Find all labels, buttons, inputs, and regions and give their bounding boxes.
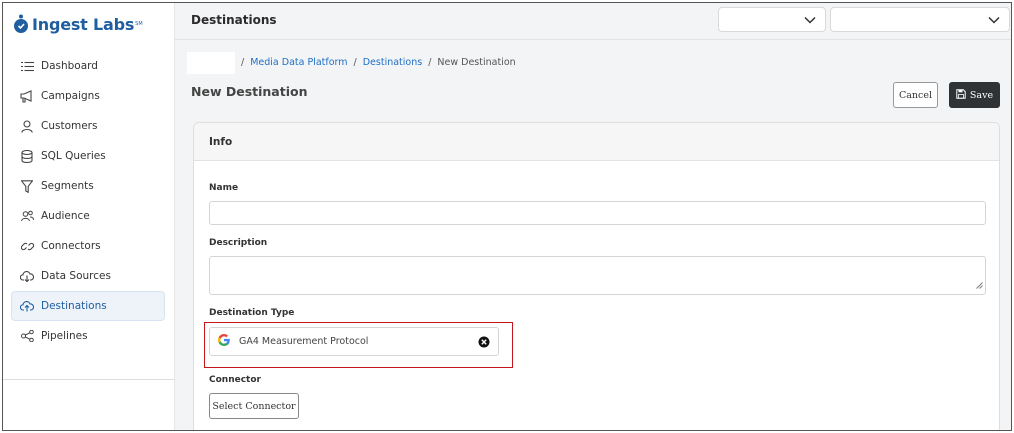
resize-handle-icon[interactable] (976, 279, 983, 292)
cloud-upload-icon (19, 298, 35, 314)
sidebar-item-campaigns[interactable]: Campaigns (3, 81, 175, 111)
app-window: Ingest Labs SM Dashboard Campaigns Custom… (2, 2, 1012, 431)
google-icon (217, 333, 231, 350)
info-card: Info Name Description Destination Type G… (193, 122, 1000, 430)
header-select-2[interactable] (830, 7, 1010, 32)
megaphone-icon (19, 88, 35, 104)
brand-trademark: SM (135, 21, 143, 27)
select-connector-button[interactable]: Select Connector (209, 393, 299, 419)
list-icon (19, 58, 35, 74)
sidebar-item-label: Connectors (41, 240, 101, 252)
info-card-header: Info (194, 123, 999, 161)
filter-icon (19, 178, 35, 194)
breadcrumb-media-data-platform[interactable]: Media Data Platform (250, 57, 347, 68)
name-label: Name (209, 183, 239, 193)
sidebar-nav: Dashboard Campaigns Customers SQL Querie… (3, 51, 175, 351)
breadcrumb: / Media Data Platform / Destinations / N… (241, 57, 516, 68)
save-button-label: Save (969, 89, 994, 101)
brand-mark-icon (13, 14, 29, 34)
breadcrumb-root-placeholder (187, 52, 235, 74)
sidebar-item-connectors[interactable]: Connectors (3, 231, 175, 261)
floppy-disk-icon (956, 88, 966, 102)
chevron-down-icon (804, 14, 816, 27)
destination-type-label: Destination Type (209, 308, 295, 318)
database-icon (19, 148, 35, 164)
sidebar-item-label: Data Sources (41, 270, 111, 282)
cancel-button[interactable]: Cancel (893, 82, 938, 108)
cloud-download-icon (19, 268, 35, 284)
info-section-title: Info (209, 136, 233, 148)
name-input[interactable] (209, 201, 986, 225)
clear-x-circle-icon[interactable] (478, 336, 490, 351)
connector-label: Connector (209, 375, 261, 385)
breadcrumb-separator: / (353, 57, 357, 68)
top-header: Destinations (175, 3, 1011, 40)
sidebar-item-data-sources[interactable]: Data Sources (3, 261, 175, 291)
sidebar-item-label: Audience (41, 210, 90, 222)
header-select-1[interactable] (718, 7, 826, 32)
sidebar-item-label: SQL Queries (41, 150, 106, 162)
sidebar-item-label: Destinations (41, 300, 107, 312)
sidebar-footer (3, 380, 165, 430)
save-button[interactable]: Save (949, 82, 1000, 108)
sidebar-item-destinations[interactable]: Destinations (11, 291, 165, 321)
sidebar-item-label: Pipelines (41, 330, 88, 342)
link-icon (19, 238, 35, 254)
sidebar-item-sql-queries[interactable]: SQL Queries (3, 141, 175, 171)
breadcrumb-current: New Destination (437, 57, 516, 68)
sidebar-item-label: Customers (41, 120, 98, 132)
destination-type-value: GA4 Measurement Protocol (239, 336, 369, 347)
sidebar-item-segments[interactable]: Segments (3, 171, 175, 201)
user-icon (19, 118, 35, 134)
destination-type-select[interactable]: GA4 Measurement Protocol (209, 327, 499, 356)
description-label: Description (209, 238, 268, 248)
sidebar-item-customers[interactable]: Customers (3, 111, 175, 141)
sidebar-item-dashboard[interactable]: Dashboard (3, 51, 175, 81)
breadcrumb-separator: / (241, 57, 245, 68)
description-textarea[interactable] (209, 256, 986, 295)
sidebar-item-label: Dashboard (41, 60, 98, 72)
brand-logo[interactable]: Ingest Labs SM (13, 11, 143, 37)
sidebar-item-audience[interactable]: Audience (3, 201, 175, 231)
header-title: Destinations (191, 13, 277, 27)
sidebar-item-label: Campaigns (41, 90, 100, 102)
chevron-down-icon (988, 14, 1000, 27)
breadcrumb-destinations[interactable]: Destinations (363, 57, 422, 68)
main-content: / Media Data Platform / Destinations / N… (175, 40, 1011, 430)
sidebar: Ingest Labs SM Dashboard Campaigns Custom… (3, 3, 175, 430)
share-nodes-icon (19, 328, 35, 344)
brand-name: Ingest Labs (32, 14, 135, 34)
sidebar-item-label: Segments (41, 180, 94, 192)
users-icon (19, 208, 35, 224)
sidebar-item-pipelines[interactable]: Pipelines (3, 321, 175, 351)
page-title: New Destination (191, 84, 308, 99)
breadcrumb-separator: / (428, 57, 432, 68)
